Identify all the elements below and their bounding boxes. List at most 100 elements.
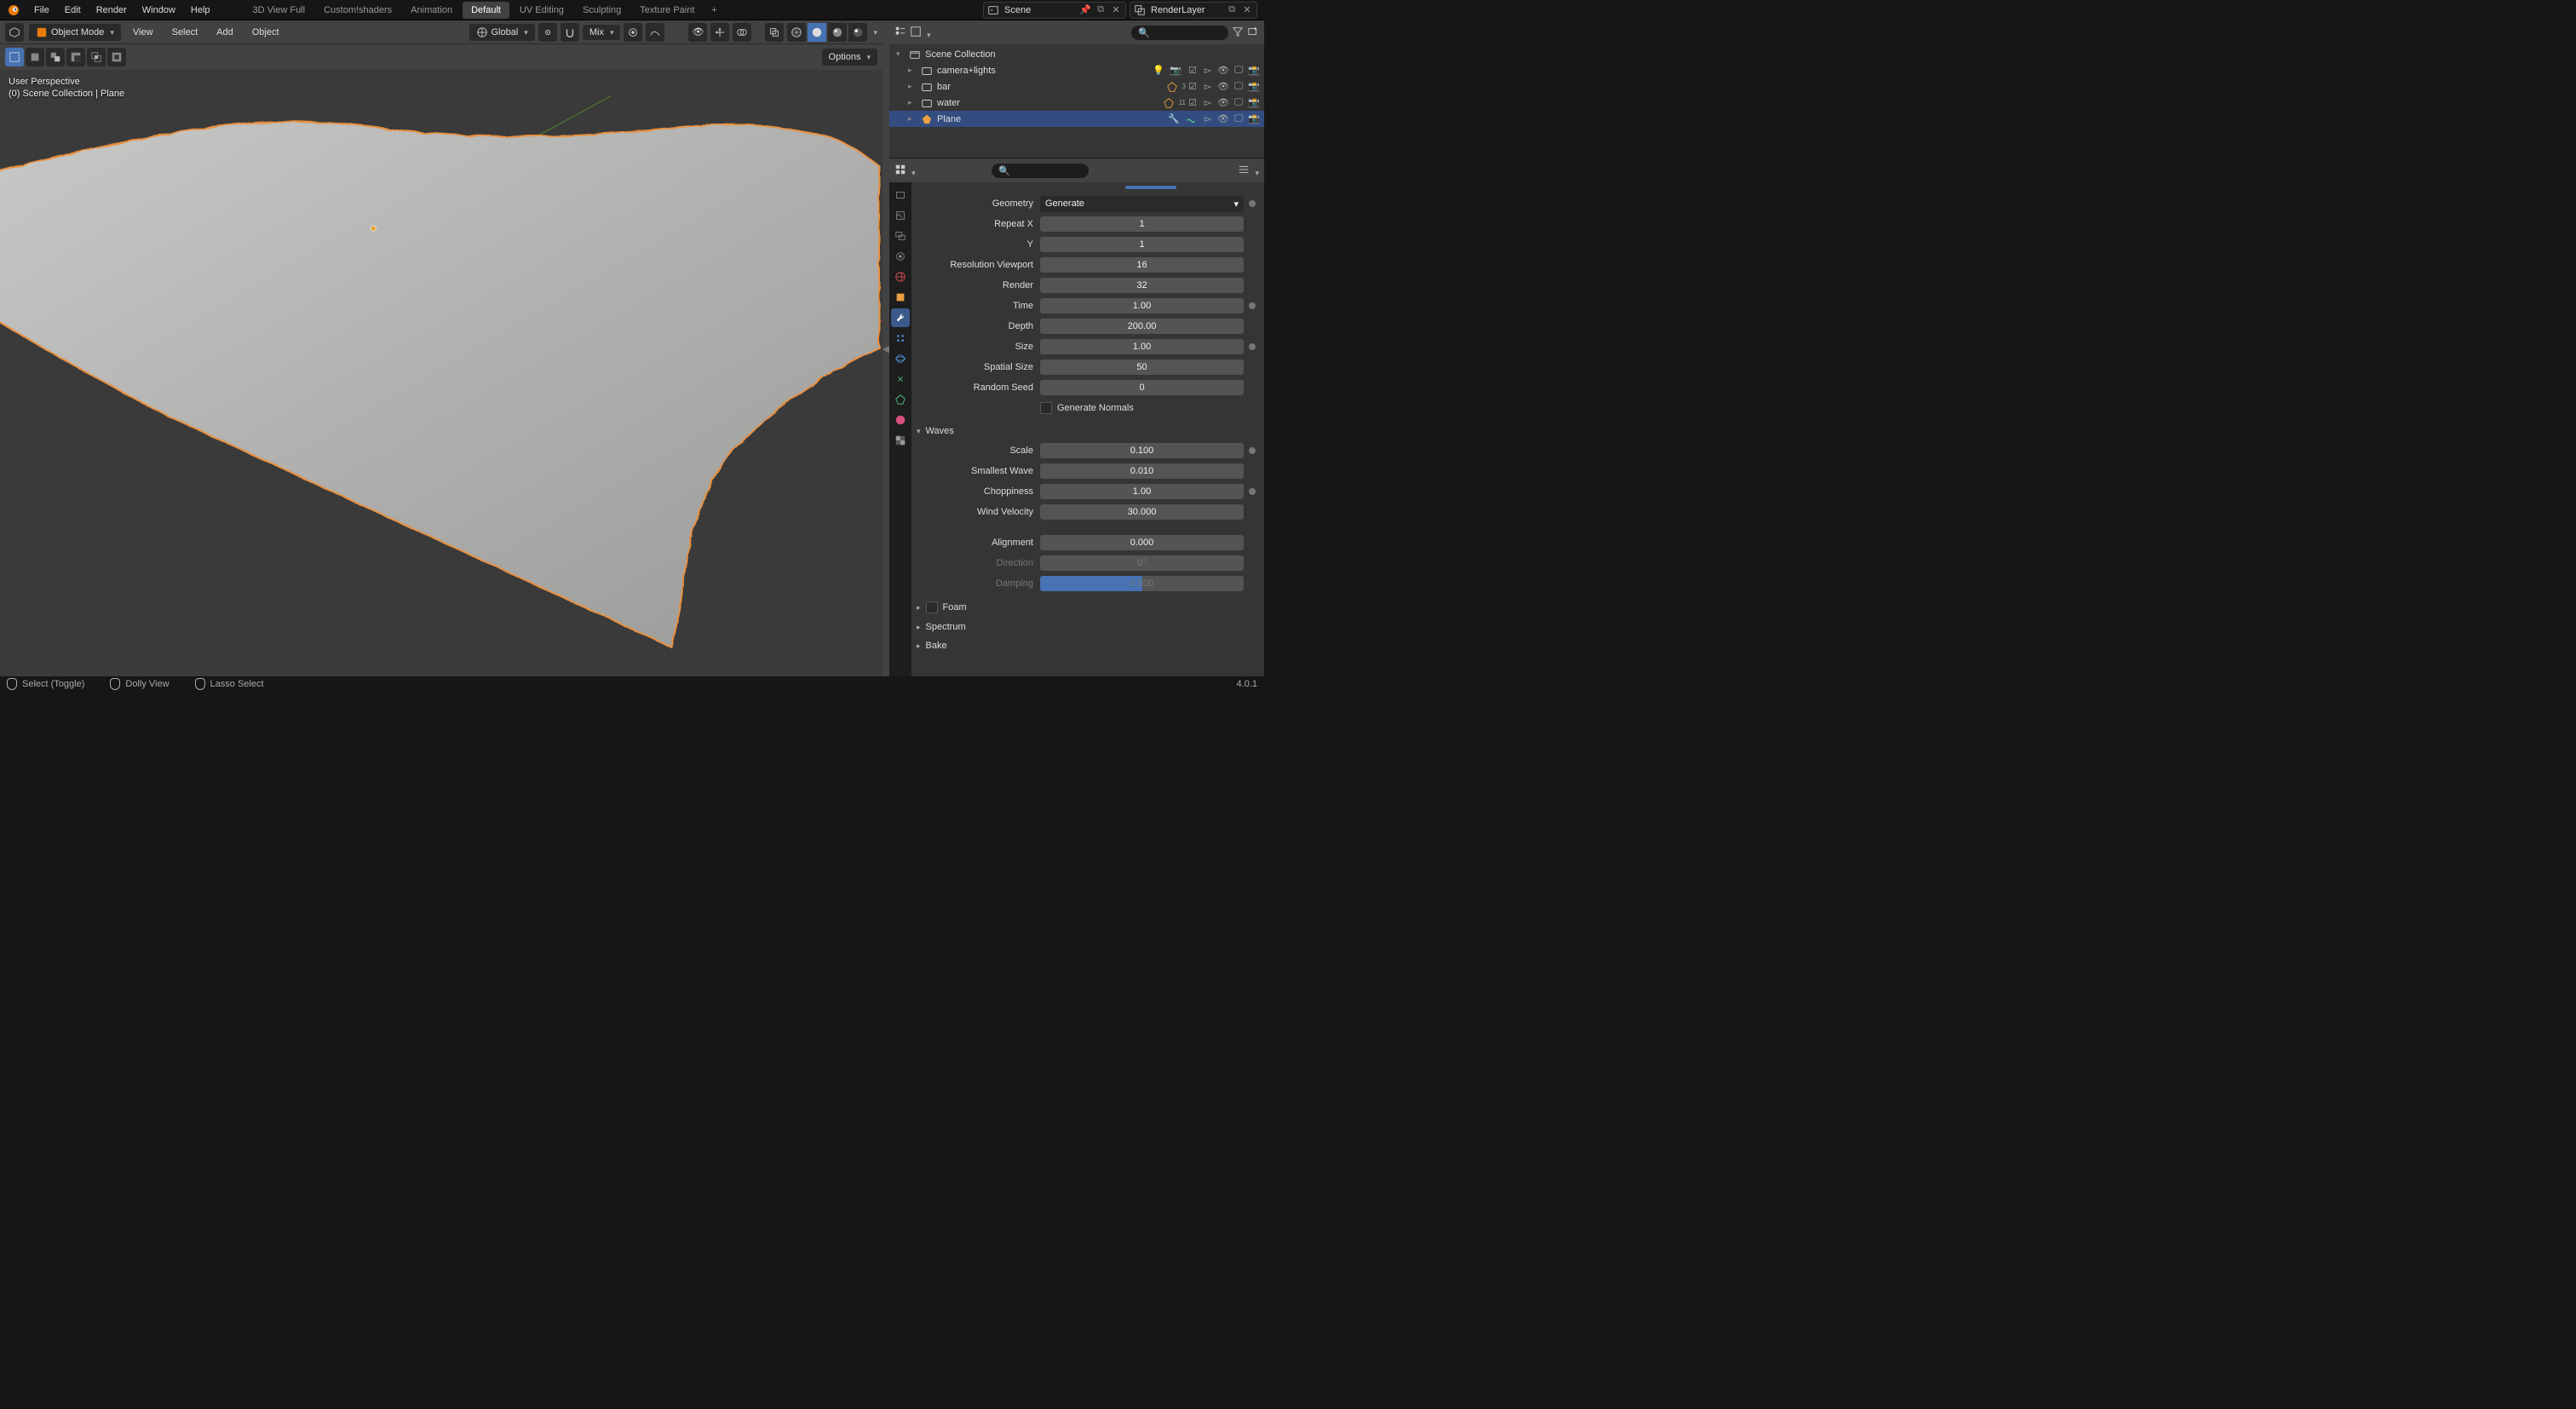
snap-mode-dropdown[interactable]: Mix xyxy=(583,25,621,40)
render-icon[interactable]: 📸 xyxy=(1247,113,1261,124)
menu-render[interactable]: Render xyxy=(89,2,134,19)
render-icon[interactable]: 📸 xyxy=(1247,65,1261,76)
gen-normals-checkbox[interactable] xyxy=(1040,402,1052,414)
bake-section-header[interactable]: ▸Bake xyxy=(917,641,1256,651)
select-new-icon[interactable] xyxy=(26,48,44,66)
depth-input[interactable]: 200.00 xyxy=(1040,319,1244,334)
select-subtract-icon[interactable] xyxy=(66,48,85,66)
select-invert-icon[interactable] xyxy=(107,48,126,66)
exclude-checkbox-icon[interactable]: ☑ xyxy=(1186,81,1199,92)
properties-editor-type-icon[interactable] xyxy=(894,164,916,178)
physics-tab-icon[interactable] xyxy=(891,349,910,368)
geometry-dropdown[interactable]: Generate▾ xyxy=(1040,196,1244,212)
anim-dot[interactable] xyxy=(1249,343,1256,350)
layer-name-input[interactable] xyxy=(1147,3,1224,17)
workspace-add-button[interactable]: + xyxy=(704,2,723,19)
editor-type-icon[interactable] xyxy=(5,23,24,42)
foam-section-header[interactable]: ▸Foam xyxy=(917,601,1256,613)
new-layer-icon[interactable]: ⧉ xyxy=(1224,3,1239,18)
view-menu[interactable]: View xyxy=(126,24,160,41)
outliner-display-mode-icon[interactable] xyxy=(910,26,931,40)
workspace-tab[interactable]: Texture Paint xyxy=(631,2,703,19)
curve-falloff-icon[interactable] xyxy=(646,23,664,42)
time-input[interactable]: 1.00 xyxy=(1040,298,1244,313)
viewport-3d[interactable]: User Perspective (0) Scene Collection | … xyxy=(0,70,883,676)
outliner-editor-type-icon[interactable] xyxy=(894,26,906,40)
viewport-display-icon[interactable]: 🖵 xyxy=(1232,81,1245,92)
res-viewport-input[interactable]: 16 xyxy=(1040,257,1244,273)
viewport-display-icon[interactable]: 🖵 xyxy=(1232,65,1245,76)
mode-dropdown[interactable]: Object Mode xyxy=(29,24,121,41)
anim-dot[interactable] xyxy=(1249,200,1256,207)
matprev-shading-icon[interactable] xyxy=(828,23,847,42)
render-res-input[interactable]: 32 xyxy=(1040,278,1244,293)
viewlayer-tab-icon[interactable] xyxy=(891,227,910,245)
visibility-icon[interactable]: 👁 xyxy=(688,23,707,42)
orientation-dropdown[interactable]: Global xyxy=(469,24,535,41)
solid-shading-icon[interactable] xyxy=(808,23,826,42)
overlays-icon[interactable] xyxy=(733,23,751,42)
menu-file[interactable]: File xyxy=(27,2,56,19)
xray-icon[interactable] xyxy=(765,23,784,42)
properties-search-input[interactable] xyxy=(1014,165,1082,175)
exclude-checkbox-icon[interactable]: ☑ xyxy=(1186,97,1199,108)
select-intersect-icon[interactable] xyxy=(87,48,106,66)
anim-dot[interactable] xyxy=(1249,302,1256,309)
viewlayer-selector[interactable]: ⧉ ✕ xyxy=(1130,2,1257,19)
outliner-row-collection[interactable]: ▸ bar 3 ☑ ▻ 👁 🖵 📸 xyxy=(889,78,1264,95)
texture-tab-icon[interactable] xyxy=(891,431,910,450)
material-tab-icon[interactable] xyxy=(891,411,910,429)
scene-tab-icon[interactable] xyxy=(891,247,910,266)
chop-input[interactable]: 1.00 xyxy=(1040,484,1244,499)
gizmo-icon[interactable] xyxy=(710,23,729,42)
panel-collapse-handle[interactable]: ◀ xyxy=(883,20,889,676)
render-tab-icon[interactable] xyxy=(891,186,910,204)
delete-scene-icon[interactable]: ✕ xyxy=(1108,3,1124,18)
seed-input[interactable]: 0 xyxy=(1040,380,1244,395)
workspace-tab[interactable]: Animation xyxy=(402,2,461,19)
select-extend-icon[interactable] xyxy=(46,48,65,66)
selectable-icon[interactable]: ▻ xyxy=(1201,81,1215,92)
selectable-icon[interactable]: ▻ xyxy=(1201,97,1215,108)
add-menu[interactable]: Add xyxy=(210,24,240,41)
wind-input[interactable]: 30.000 xyxy=(1040,504,1244,520)
menu-window[interactable]: Window xyxy=(135,2,182,19)
scene-selector[interactable]: 📌 ⧉ ✕ xyxy=(983,2,1126,19)
pin-icon[interactable]: 📌 xyxy=(1078,3,1093,18)
shading-options-icon[interactable] xyxy=(871,27,877,37)
eye-icon[interactable]: 👁 xyxy=(1216,113,1230,124)
scene-name-input[interactable] xyxy=(1001,3,1078,17)
constraints-tab-icon[interactable] xyxy=(891,370,910,388)
world-tab-icon[interactable] xyxy=(891,267,910,286)
smallest-input[interactable]: 0.010 xyxy=(1040,463,1244,479)
workspace-tab[interactable]: Default xyxy=(463,2,509,19)
select-box-tool-icon[interactable] xyxy=(5,48,24,66)
object-tab-icon[interactable] xyxy=(891,288,910,307)
workspace-tab[interactable]: Sculpting xyxy=(574,2,630,19)
outliner-filter-icon[interactable] xyxy=(1232,26,1244,40)
properties-search[interactable]: 🔍 xyxy=(992,164,1089,178)
delete-layer-icon[interactable]: ✕ xyxy=(1239,3,1255,18)
align-input[interactable]: 0.000 xyxy=(1040,535,1244,550)
outliner-row-collection[interactable]: ▸ water 11 ☑ ▻ 👁 🖵 📸 xyxy=(889,95,1264,111)
eye-icon[interactable]: 👁 xyxy=(1216,81,1230,92)
output-tab-icon[interactable] xyxy=(891,206,910,225)
render-icon[interactable]: 📸 xyxy=(1247,97,1261,108)
eye-icon[interactable]: 👁 xyxy=(1216,65,1230,76)
foam-checkbox[interactable] xyxy=(926,601,938,613)
viewport-display-icon[interactable]: 🖵 xyxy=(1232,97,1245,108)
rendered-shading-icon[interactable] xyxy=(848,23,867,42)
workspace-tab[interactable]: 3D View Full xyxy=(244,2,314,19)
size-input[interactable]: 1.00 xyxy=(1040,339,1244,354)
selectable-icon[interactable]: ▻ xyxy=(1201,65,1215,76)
data-tab-icon[interactable] xyxy=(891,390,910,409)
properties-options-icon[interactable] xyxy=(1238,164,1259,178)
modifier-tab-icon[interactable] xyxy=(891,308,910,327)
wireframe-shading-icon[interactable] xyxy=(787,23,806,42)
outliner-row-collection[interactable]: ▸ camera+lights 💡 📷 ☑ ▻ 👁 🖵 📸 xyxy=(889,62,1264,78)
pivot-icon[interactable] xyxy=(538,23,557,42)
particles-tab-icon[interactable] xyxy=(891,329,910,348)
workspace-tab[interactable]: UV Editing xyxy=(511,2,572,19)
outliner-new-collection-icon[interactable] xyxy=(1247,26,1259,40)
menu-edit[interactable]: Edit xyxy=(58,2,88,19)
